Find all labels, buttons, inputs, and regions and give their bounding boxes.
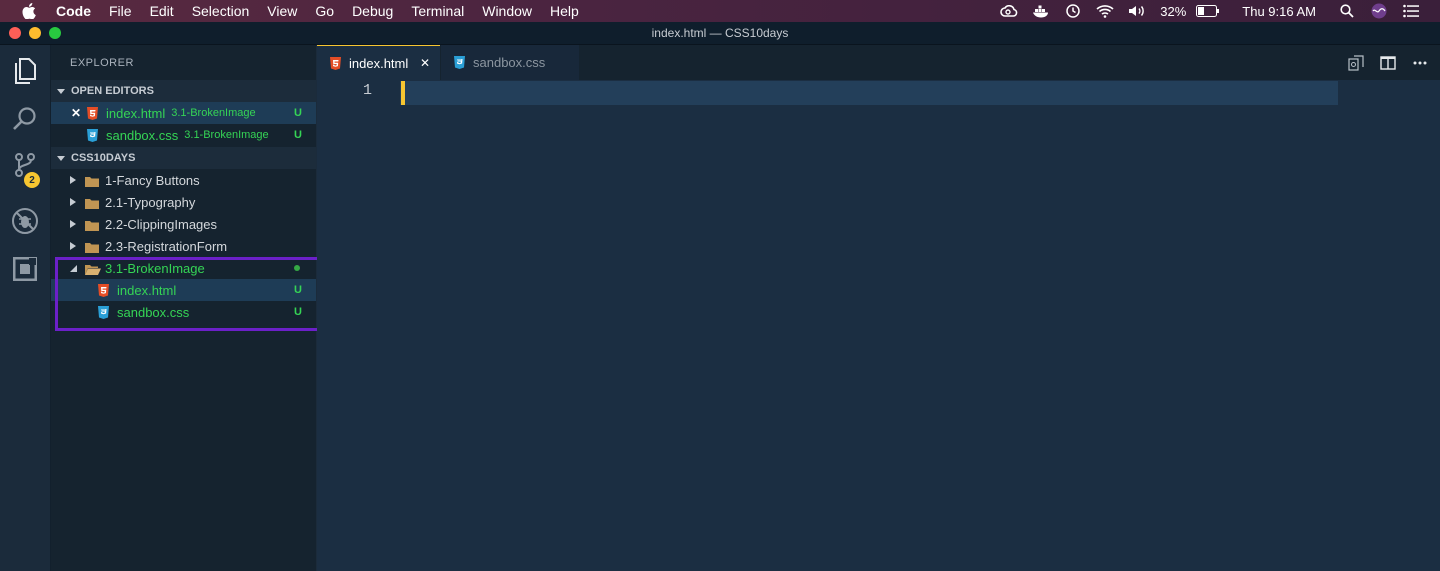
menu-window[interactable]: Window	[482, 3, 532, 19]
project-label: CSS10DAYS	[71, 152, 136, 164]
folder-icon	[85, 241, 99, 253]
folder-item[interactable]: 2.3-RegistrationForm	[51, 235, 316, 257]
chevron-right-icon	[67, 242, 79, 250]
chevron-right-icon	[67, 198, 79, 206]
explorer-icon[interactable]	[0, 51, 50, 91]
current-line-highlight[interactable]	[400, 81, 1338, 105]
folder-item[interactable]: 2.2-ClippingImages	[51, 213, 316, 235]
open-editor-filename: index.html	[106, 105, 166, 121]
battery-icon[interactable]	[1196, 3, 1220, 19]
open-editor-filename: sandbox.css	[106, 127, 179, 143]
folder-icon	[85, 197, 99, 209]
git-status-badge: U	[294, 129, 302, 141]
extensions-icon[interactable]	[0, 249, 50, 289]
open-changes-icon[interactable]	[1348, 55, 1364, 71]
menu-go[interactable]: Go	[315, 3, 334, 19]
open-editor-item[interactable]: ✕ index.html 3.1-BrokenImage U	[51, 102, 316, 124]
open-editor-item[interactable]: sandbox.css 3.1-BrokenImage U	[51, 124, 316, 146]
editor-gutter	[317, 80, 400, 571]
css-file-icon	[453, 56, 465, 70]
line-number: 1	[363, 82, 373, 99]
folder-item[interactable]: 2.1-Typography	[51, 191, 316, 213]
creative-cloud-icon[interactable]	[1000, 3, 1018, 19]
open-editors-header[interactable]: OPEN EDITORS	[51, 80, 316, 102]
wifi-icon[interactable]	[1096, 3, 1114, 19]
chevron-down-icon	[51, 87, 71, 95]
project-header[interactable]: CSS10DAYS	[51, 147, 316, 169]
clock[interactable]: Thu 9:16 AM	[1242, 4, 1316, 19]
split-editor-icon[interactable]	[1380, 55, 1396, 71]
spotlight-search-icon[interactable]	[1338, 3, 1356, 19]
sidebar-title: EXPLORER	[70, 57, 134, 69]
open-editor-path: 3.1-BrokenImage	[184, 129, 269, 141]
menu-edit[interactable]: Edit	[150, 3, 174, 19]
menu-selection[interactable]: Selection	[192, 3, 250, 19]
chevron-right-icon	[67, 176, 79, 184]
folder-item[interactable]: 1-Fancy Buttons	[51, 169, 316, 191]
annotation-highlight-box	[55, 257, 325, 331]
volume-icon[interactable]	[1128, 3, 1146, 19]
folder-name: 2.2-ClippingImages	[105, 216, 218, 232]
css-file-icon	[86, 128, 98, 142]
folder-name: 2.3-RegistrationForm	[105, 238, 228, 254]
open-editors-label: OPEN EDITORS	[71, 85, 154, 97]
close-icon[interactable]: ✕	[71, 106, 81, 120]
chevron-down-icon	[51, 154, 71, 162]
folder-name: 2.1-Typography	[105, 194, 196, 210]
source-control-badge: 2	[24, 172, 40, 188]
more-actions-icon[interactable]	[1412, 55, 1428, 71]
folder-icon	[85, 175, 99, 187]
tab-label: sandbox.css	[473, 55, 546, 70]
menu-view[interactable]: View	[267, 3, 297, 19]
docker-icon[interactable]	[1032, 3, 1050, 19]
menu-file[interactable]: File	[109, 3, 132, 19]
window-title: index.html — CSS10days	[651, 26, 789, 40]
tab-bar: index.html ✕ sandbox.css	[317, 45, 1440, 80]
menu-terminal[interactable]: Terminal	[411, 3, 464, 19]
window-titlebar: index.html — CSS10days	[0, 22, 1440, 45]
folder-name: 1-Fancy Buttons	[105, 172, 200, 188]
close-icon[interactable]: ✕	[420, 56, 430, 70]
debug-icon[interactable]	[0, 201, 50, 241]
chevron-right-icon	[67, 220, 79, 228]
html-file-icon	[86, 106, 98, 120]
activity-bar: 2	[0, 45, 51, 571]
editor-area: index.html ✕ sandbox.css 1	[317, 45, 1440, 571]
git-status-badge: U	[294, 107, 302, 119]
folder-icon	[85, 219, 99, 231]
macos-menubar: Code File Edit Selection View Go Debug T…	[0, 0, 1440, 22]
menu-help[interactable]: Help	[550, 3, 579, 19]
siri-icon[interactable]	[1370, 3, 1388, 19]
apple-icon[interactable]	[20, 2, 38, 20]
battery-percentage: 32%	[1160, 3, 1187, 19]
notification-center-icon[interactable]	[1402, 3, 1420, 19]
search-icon[interactable]	[0, 99, 50, 139]
text-cursor	[401, 81, 405, 105]
menu-app-name[interactable]: Code	[56, 3, 91, 19]
tab-sandbox-css[interactable]: sandbox.css	[441, 45, 579, 80]
menubar-tray: 32% Thu 9:16 AM	[1000, 0, 1440, 22]
menu-debug[interactable]: Debug	[352, 3, 393, 19]
tab-label: index.html	[349, 55, 409, 71]
time-machine-icon[interactable]	[1064, 3, 1082, 19]
editor-actions	[1332, 55, 1428, 71]
open-editor-path: 3.1-BrokenImage	[171, 107, 256, 119]
tab-index-html[interactable]: index.html ✕	[317, 45, 440, 80]
html-file-icon	[329, 56, 341, 70]
